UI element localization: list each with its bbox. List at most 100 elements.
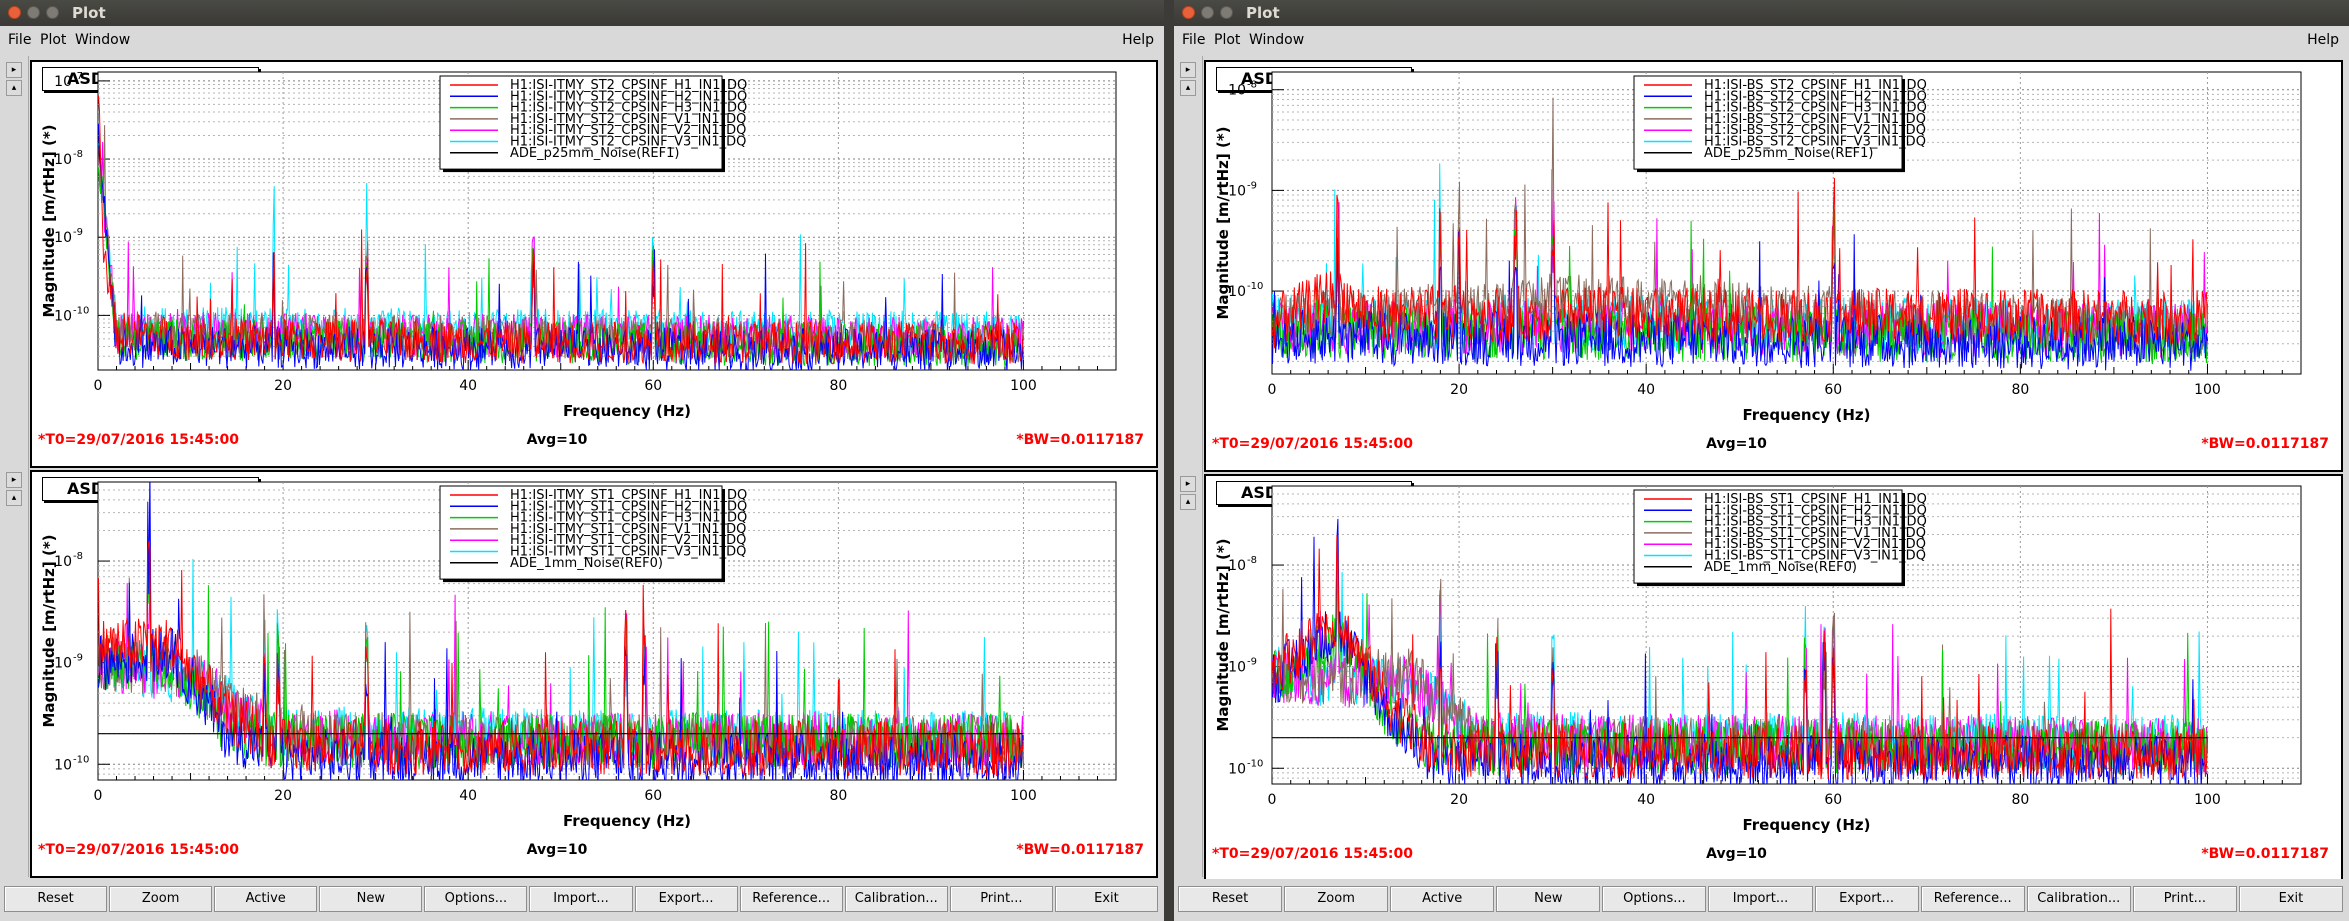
asd-chart[interactable]: 0 20 40 60 80 10010 -810 -910 -10Frequency (Hz)M…	[1206, 476, 2341, 880]
pad-collapse-icon[interactable]: ▴	[6, 80, 22, 96]
button-zoom[interactable]: Zoom	[109, 886, 213, 912]
y-tick-label: 10	[54, 74, 72, 90]
x-tick-label: 40	[1637, 792, 1655, 808]
button-export[interactable]: Export...	[1814, 886, 1919, 912]
menu-file[interactable]: File	[1182, 32, 1205, 48]
pad-collapse-icon[interactable]: ▴	[6, 490, 22, 506]
asd-chart[interactable]: 0 20 40 60 80 10010 -810 -910 -10Frequency (Hz)M…	[1206, 62, 2341, 470]
y-tick-exponent: -8	[73, 149, 83, 160]
avg-label: Avg=10	[1706, 846, 1767, 862]
x-tick-label: 60	[644, 788, 662, 804]
button-options[interactable]: Options...	[424, 886, 528, 912]
button-import[interactable]: Import...	[529, 886, 633, 912]
legend-label: ADE_1mm_Noise(REF0)	[1704, 560, 1857, 575]
plot-panel[interactable]: ASD BS ST1 CPS 02040608010010-810-910-10…	[1204, 474, 2343, 882]
button-reset[interactable]: Reset	[1178, 886, 1283, 912]
pad-expand-icon[interactable]: ▸	[6, 472, 22, 488]
x-tick-label: 80	[2011, 382, 2029, 398]
asd-chart[interactable]: 0 20 40 60 80 10010 -710 -810 -910 -10Frequency (…	[32, 62, 1156, 466]
y-tick-exponent: -9	[1247, 180, 1257, 191]
x-axis-title: Frequency (Hz)	[563, 812, 691, 830]
y-tick-exponent: -9	[73, 653, 83, 664]
close-window-icon[interactable]	[1182, 6, 1195, 19]
y-tick-label: 10	[1228, 761, 1246, 777]
button-active[interactable]: Active	[1390, 886, 1495, 912]
button-active[interactable]: Active	[214, 886, 318, 912]
y-tick-exponent: -10	[73, 754, 89, 765]
button-options[interactable]: Options...	[1602, 886, 1707, 912]
button-exit[interactable]: Exit	[2238, 886, 2343, 912]
window-title: Plot	[1246, 4, 1280, 22]
minimize-window-icon[interactable]	[1201, 6, 1214, 19]
menu-window[interactable]: Window	[1249, 32, 1304, 48]
y-axis-title: Magnitude [m/rtHz] (*)	[1214, 126, 1232, 319]
button-print[interactable]: Print...	[949, 886, 1053, 912]
x-tick-label: 20	[1450, 792, 1468, 808]
button-new[interactable]: New	[319, 886, 423, 912]
pad-expand-icon[interactable]: ▸	[6, 62, 22, 78]
x-tick-label: 0	[1268, 792, 1277, 808]
maximize-window-icon[interactable]	[1220, 6, 1233, 19]
y-tick-exponent: -8	[1247, 80, 1257, 91]
avg-label: Avg=10	[527, 432, 588, 448]
t0-label: *T0=29/07/2016 15:45:00	[1212, 846, 1413, 862]
bw-label: *BW=0.0117187	[2201, 846, 2329, 862]
y-tick-exponent: -10	[1247, 758, 1263, 769]
asd-chart[interactable]: 0 20 40 60 80 10010 -810 -910 -10Frequency (Hz)M…	[32, 472, 1156, 876]
pad-controls: ▸ ▴ ▸ ▴	[1176, 56, 1203, 877]
x-axis-title: Frequency (Hz)	[563, 402, 691, 420]
button-exit[interactable]: Exit	[1054, 886, 1158, 912]
button-reference[interactable]: Reference...	[1920, 886, 2025, 912]
menu-bar: File Plot Window Help	[1174, 26, 2349, 54]
minimize-window-icon[interactable]	[27, 6, 40, 19]
button-new[interactable]: New	[1496, 886, 1601, 912]
y-tick-exponent: -7	[73, 71, 83, 82]
close-window-icon[interactable]	[8, 6, 21, 19]
maximize-window-icon[interactable]	[46, 6, 59, 19]
button-calibration[interactable]: Calibration...	[844, 886, 948, 912]
x-tick-label: 100	[1010, 378, 1037, 394]
plot-window-left: Plot File Plot Window Help ▸ ▴ ▸ ▴ ASD I…	[0, 0, 1164, 921]
legend-label: ADE_p25mm_Noise(REF1)	[510, 146, 679, 161]
button-print[interactable]: Print...	[2132, 886, 2237, 912]
plot-panel[interactable]: ASD ITMY ST2 CPS 02040608010010-710-810-…	[30, 60, 1158, 468]
button-reference[interactable]: Reference...	[739, 886, 843, 912]
pad-collapse-icon[interactable]: ▴	[1180, 80, 1196, 96]
menu-window[interactable]: Window	[75, 32, 130, 48]
plot-panel[interactable]: ASD BS ST2 CPS 02040608010010-810-910-10…	[1204, 60, 2343, 472]
menu-bar: File Plot Window Help	[0, 26, 1164, 54]
x-tick-label: 0	[94, 788, 103, 804]
menu-plot[interactable]: Plot	[40, 32, 66, 48]
x-tick-label: 60	[644, 378, 662, 394]
x-tick-label: 100	[1010, 788, 1037, 804]
button-calibration[interactable]: Calibration...	[2026, 886, 2131, 912]
legend: H1:ISI-BS_ST1_CPSINF_H1_IN1_DQH1:ISI-BS_…	[1633, 489, 1927, 587]
y-axis-title: Magnitude [m/rtHz] (*)	[40, 124, 58, 317]
plot-panel[interactable]: ASD ITMY ST1 CPS 02040608010010-810-910-…	[30, 470, 1158, 878]
x-tick-label: 20	[274, 788, 292, 804]
bw-label: *BW=0.0117187	[1016, 432, 1144, 448]
x-tick-label: 0	[94, 378, 103, 394]
button-import[interactable]: Import...	[1708, 886, 1813, 912]
button-zoom[interactable]: Zoom	[1284, 886, 1389, 912]
legend: H1:ISI-BS_ST2_CPSINF_H1_IN1_DQH1:ISI-BS_…	[1633, 75, 1927, 173]
x-tick-label: 60	[1824, 792, 1842, 808]
button-reset[interactable]: Reset	[4, 886, 108, 912]
y-tick-exponent: -10	[73, 305, 89, 316]
menu-help[interactable]: Help	[1122, 32, 1154, 48]
menu-file[interactable]: File	[8, 32, 31, 48]
pad-collapse-icon[interactable]: ▴	[1180, 494, 1196, 510]
menu-help[interactable]: Help	[2307, 32, 2339, 48]
y-tick-label: 10	[54, 757, 72, 773]
menu-plot[interactable]: Plot	[1214, 32, 1240, 48]
bw-label: *BW=0.0117187	[2201, 436, 2329, 452]
button-export[interactable]: Export...	[634, 886, 738, 912]
pad-expand-icon[interactable]: ▸	[1180, 62, 1196, 78]
y-tick-exponent: -10	[1247, 281, 1263, 292]
legend: H1:ISI-ITMY_ST2_CPSINF_H1_IN1_DQH1:ISI-I…	[439, 75, 747, 173]
button-bar: Reset Zoom Active New Options... Import... Exp…	[1174, 879, 2349, 921]
legend-label: ADE_p25mm_Noise(REF1)	[1704, 146, 1873, 161]
x-axis-title: Frequency (Hz)	[1742, 816, 1870, 834]
pad-expand-icon[interactable]: ▸	[1180, 476, 1196, 492]
y-tick-label: 10	[1228, 83, 1246, 99]
